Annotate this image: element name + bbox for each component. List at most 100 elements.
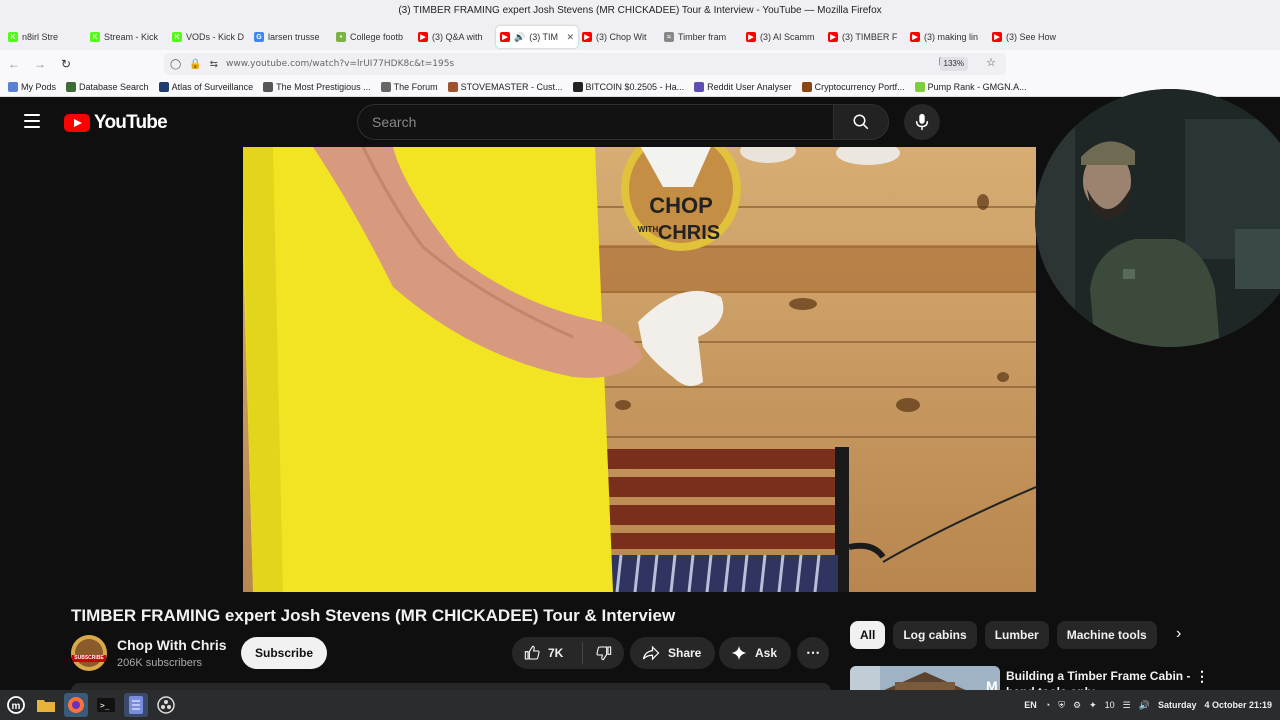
bookmark-item[interactable]: Cryptocurrency Portf...: [801, 82, 905, 92]
browser-tab[interactable]: ▶ (3) See How: [988, 26, 1070, 48]
firefox-icon[interactable]: [64, 693, 88, 717]
filter-chip[interactable]: Lumber: [984, 621, 1049, 649]
back-icon[interactable]: ←: [6, 56, 22, 72]
bookmark-item[interactable]: Atlas of Surveillance: [158, 82, 253, 92]
tab-favicon-icon: ▶: [746, 32, 756, 42]
start-menu-icon[interactable]: m: [4, 693, 28, 717]
browser-tab[interactable]: ▶ (3) Q&A with: [414, 26, 496, 48]
window-title: (3) TIMBER FRAMING expert Josh Stevens (…: [0, 0, 1280, 24]
tab-label: (3) Q&A with: [432, 32, 483, 42]
bookmark-item[interactable]: Database Search: [66, 82, 149, 92]
bookmark-item[interactable]: STOVEMASTER - Cust...: [447, 82, 563, 92]
channel-avatar[interactable]: SUBSCRIBE: [71, 635, 107, 671]
video-player[interactable]: CHOP WITH CHRIS: [243, 147, 1036, 592]
zoom-level[interactable]: 133%: [939, 57, 968, 71]
tracking-shield-icon[interactable]: ◯: [170, 59, 181, 70]
notification-icon[interactable]: ✦: [1089, 700, 1097, 711]
tab-label: (3) See How: [1006, 32, 1057, 42]
bookmark-item[interactable]: Pump Rank - GMGN.A...: [914, 82, 1027, 92]
filter-chip[interactable]: Log cabins: [893, 621, 977, 649]
sync-icon[interactable]: ◔: [1045, 700, 1050, 710]
network-level[interactable]: 10: [1105, 700, 1115, 710]
ask-button[interactable]: Ask: [719, 637, 792, 669]
bookmark-item[interactable]: My Pods: [8, 82, 56, 92]
lock-icon[interactable]: 🔒: [189, 59, 201, 70]
webcam-overlay: [1035, 89, 1280, 347]
filter-chip[interactable]: Machine tools: [1056, 621, 1157, 649]
related-chips: All Log cabins Lumber Machine tools: [850, 621, 1157, 649]
bookmark-item[interactable]: The Most Prestigious ...: [263, 82, 371, 92]
video-frame: CHOP WITH CHRIS: [243, 147, 1036, 592]
tab-favicon-icon: ▶: [910, 32, 920, 42]
browser-tab[interactable]: • College footb: [332, 26, 414, 48]
tab-favicon-icon: •: [336, 32, 346, 42]
bookmark-star-icon[interactable]: ☆: [986, 56, 996, 69]
keyboard-layout[interactable]: EN: [1024, 700, 1037, 710]
channel-name[interactable]: Chop With Chris: [117, 637, 227, 653]
recommended-thumbnail[interactable]: M: [850, 666, 1000, 692]
tab-favicon-icon: G: [254, 32, 264, 42]
volume-icon[interactable]: 🔊: [1139, 700, 1150, 711]
youtube-logo[interactable]: YouTube: [64, 112, 168, 134]
obs-icon[interactable]: [154, 693, 178, 717]
search-input[interactable]: Search: [357, 104, 833, 140]
bookmark-item[interactable]: Reddit User Analyser: [694, 82, 792, 92]
sign-line-2: WITH: [638, 225, 659, 234]
bookmark-label: My Pods: [21, 82, 57, 92]
network-icon[interactable]: ☰: [1123, 700, 1131, 711]
like-button[interactable]: 7K: [512, 642, 583, 664]
tab-favicon-icon: ▶: [418, 32, 428, 42]
tab-close-icon[interactable]: ✕: [566, 32, 574, 43]
browser-tab[interactable]: Glarsen trusse: [250, 26, 332, 48]
terminal-icon[interactable]: >_: [94, 693, 118, 717]
browser-tab[interactable]: ▶ (3) AI Scamm: [742, 26, 824, 48]
taskbar: m >_ EN ◔ ⛨ ⚙ ✦ 10 ☰ 🔊 Saturday 4 Octobe…: [0, 690, 1280, 720]
browser-tab[interactable]: K VODs - Kick D: [168, 26, 250, 48]
browser-tab[interactable]: K Stream - Kick: [86, 26, 168, 48]
recommended-video[interactable]: M Building a Timber Frame Cabin - hand t…: [850, 666, 1270, 692]
browser-tab[interactable]: ▶ (3) making lin: [906, 26, 988, 48]
share-button[interactable]: Share: [630, 637, 716, 669]
filter-chip[interactable]: All: [850, 621, 886, 649]
search-button[interactable]: [833, 104, 889, 140]
tab-audio-icon[interactable]: 🔊: [514, 32, 525, 43]
tab-label: VODs - Kick D: [186, 32, 245, 42]
url-text[interactable]: www.youtube.com/watch?v=lrUI77HDK8c&t=19…: [226, 59, 454, 69]
browser-tab[interactable]: Kn8irl Stre: [4, 26, 86, 48]
bookmark-label: Reddit User Analyser: [707, 82, 792, 92]
more-actions-button[interactable]: ⋯: [797, 637, 829, 669]
voice-search-button[interactable]: [904, 104, 940, 140]
reload-icon[interactable]: ↻: [58, 56, 74, 72]
dislike-button[interactable]: [583, 645, 624, 661]
text-editor-icon[interactable]: [124, 693, 148, 717]
shield-icon[interactable]: ⛨: [1058, 700, 1065, 711]
bookmark-item[interactable]: The Forum: [380, 82, 438, 92]
more-vert-icon[interactable]: ⋮: [1195, 668, 1209, 685]
bookmark-item[interactable]: BITCOIN $0.2505 - Ha...: [572, 82, 684, 92]
nav-bar: ← → ↻ ◯ 🔒 ⇆ www.youtube.com/watch?v=lrUI…: [0, 50, 1280, 78]
clock-day[interactable]: Saturday: [1158, 700, 1197, 710]
browser-tab[interactable]: ▶ 🔊 (3) TIM ✕: [496, 26, 578, 48]
menu-icon[interactable]: [24, 114, 40, 128]
browser-tab[interactable]: ▶ (3) Chop Wit: [578, 26, 660, 48]
subscribe-button[interactable]: Subscribe: [241, 637, 328, 669]
chevron-right-icon[interactable]: ›: [1176, 625, 1181, 643]
tab-favicon-icon: K: [172, 32, 182, 42]
microphone-icon: [915, 113, 929, 131]
subscriber-count: 206K subscribers: [117, 657, 202, 669]
update-icon[interactable]: ⚙: [1073, 700, 1081, 711]
tab-label: (3) Chop Wit: [596, 32, 647, 42]
browser-tab[interactable]: ≈ Timber fram: [660, 26, 742, 48]
permissions-icon[interactable]: ⇆: [210, 59, 218, 70]
clock-datetime[interactable]: 4 October 21:19: [1204, 700, 1272, 710]
youtube-play-icon: [64, 114, 90, 132]
svg-text:>_: >_: [100, 701, 110, 710]
tab-label: (3) making lin: [924, 32, 979, 42]
recommended-title[interactable]: Building a Timber Frame Cabin - hand too…: [1006, 668, 1196, 692]
youtube-page: YouTube Search CHOP WITH CHRIS TIMBER FR…: [0, 89, 1280, 693]
bookmark-favicon-icon: [66, 82, 77, 92]
url-bar[interactable]: ◯ 🔒 ⇆ www.youtube.com/watch?v=lrUI77HDK8…: [164, 53, 1006, 75]
forward-icon[interactable]: →: [32, 56, 48, 72]
files-icon[interactable]: [34, 693, 58, 717]
browser-tab[interactable]: ▶ (3) TIMBER F: [824, 26, 906, 48]
